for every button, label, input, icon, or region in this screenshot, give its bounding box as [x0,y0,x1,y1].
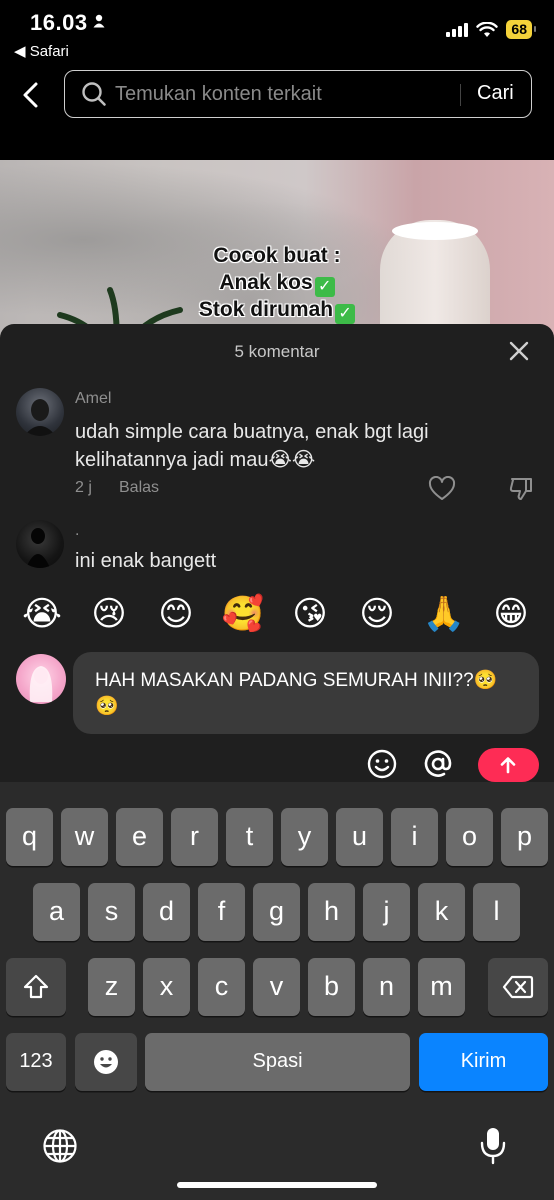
comment-avatar[interactable] [16,520,64,568]
emoji-quick-bar: 😭 😢 😊 🥰 😘 😌 🙏 😁 [0,582,554,646]
key-e[interactable]: e [116,808,163,866]
shift-key[interactable] [6,958,66,1016]
shift-arrow-icon [23,974,49,999]
key-i[interactable]: i [391,808,438,866]
search-input[interactable]: Temukan konten terkait [115,83,322,106]
key-v[interactable]: v [253,958,300,1016]
status-indicators: 68 [446,20,536,39]
smiley-icon [367,749,397,779]
globe-icon[interactable] [42,1128,78,1164]
key-t[interactable]: t [226,808,273,866]
wifi-icon [476,21,499,37]
close-comments-button[interactable] [508,340,530,362]
caption-line-3: Stok dirumah ✓ [0,298,554,324]
arrow-up-icon [500,757,516,774]
key-d[interactable]: d [143,883,190,941]
key-a[interactable]: a [33,883,80,941]
key-n[interactable]: n [363,958,410,1016]
emoji-sad-face[interactable]: 😢 [87,592,131,636]
thumbs-down-icon[interactable] [508,476,534,502]
check-mark-icon: ✓ [314,277,335,297]
key-y[interactable]: y [281,808,328,866]
comment-input[interactable]: HAH MASAKAN PADANG SEMURAH INII??🥺🥺 [73,652,539,734]
key-x[interactable]: x [143,958,190,1016]
emoji-grinning-face[interactable]: 😁 [489,592,533,636]
key-k[interactable]: k [418,883,465,941]
space-key[interactable]: Spasi [145,1033,410,1091]
numbers-key[interactable]: 123 [6,1033,66,1091]
emoji-crying-face[interactable]: 😭 [20,592,64,636]
search-icon [82,82,106,106]
key-o[interactable]: o [446,808,493,866]
key-r[interactable]: r [171,808,218,866]
key-u[interactable]: u [336,808,383,866]
chevron-left-icon [23,82,38,108]
send-comment-button[interactable] [478,748,539,782]
microphone-icon[interactable] [478,1126,508,1166]
back-to-safari-link[interactable]: ◀ Safari [14,42,69,60]
key-h[interactable]: h [308,883,355,941]
emoji-relieved-face[interactable]: 😌 [355,592,399,636]
emoji-smiling-face[interactable]: 😊 [154,592,198,636]
search-divider [460,84,461,106]
mention-button[interactable] [422,748,454,780]
comment-text: udah simple cara buatnya, enak bgt lagi … [75,421,429,471]
comment-username[interactable]: Amel [75,390,111,408]
check-mark-icon: ✓ [335,304,356,324]
battery-indicator: 68 [506,20,536,39]
key-m[interactable]: m [418,958,465,1016]
key-p[interactable]: p [501,808,548,866]
key-z[interactable]: z [88,958,135,1016]
comment-username[interactable]: . [75,522,79,540]
at-sign-icon [424,750,452,777]
reply-button[interactable]: Balas [119,479,159,497]
comment-text: ini enak bangett [75,550,217,572]
heart-icon[interactable] [428,476,456,502]
emoji-hearts-face[interactable]: 🥰 [221,592,265,636]
caption-line-1: Cocok buat : [213,244,341,267]
my-avatar [16,654,66,704]
key-s[interactable]: s [88,883,135,941]
caption-line-2: Anak kos ✓ [0,271,554,297]
back-button[interactable] [14,76,48,114]
key-f[interactable]: f [198,883,245,941]
person-icon [93,14,105,28]
key-l[interactable]: l [473,883,520,941]
close-icon [509,341,529,361]
emoji-folded-hands[interactable]: 🙏 [422,592,466,636]
key-j[interactable]: j [363,883,410,941]
emoji-picker-button[interactable] [366,748,398,780]
home-indicator [177,1182,377,1188]
search-submit-button[interactable]: Cari [477,82,514,105]
comments-count-title: 5 komentar [234,342,320,361]
keyboard: q w e r t y u i o p a s d f g h j k l z … [0,782,554,1200]
emoji-keyboard-key[interactable] [75,1033,137,1091]
backspace-icon [502,975,534,999]
key-b[interactable]: b [308,958,355,1016]
cellular-signal-icon [446,22,469,37]
comment-time: 2 j [75,479,92,496]
key-g[interactable]: g [253,883,300,941]
delete-key[interactable] [488,958,548,1016]
status-time: 16.03 [30,10,88,35]
key-w[interactable]: w [61,808,108,866]
emoji-face-icon [94,1050,118,1074]
key-c[interactable]: c [198,958,245,1016]
key-q[interactable]: q [6,808,53,866]
send-key[interactable]: Kirim [419,1033,548,1091]
comment-avatar[interactable] [16,388,64,436]
emoji-kiss-face[interactable]: 😘 [288,592,332,636]
search-bar[interactable]: Temukan konten terkait Cari [64,70,532,118]
